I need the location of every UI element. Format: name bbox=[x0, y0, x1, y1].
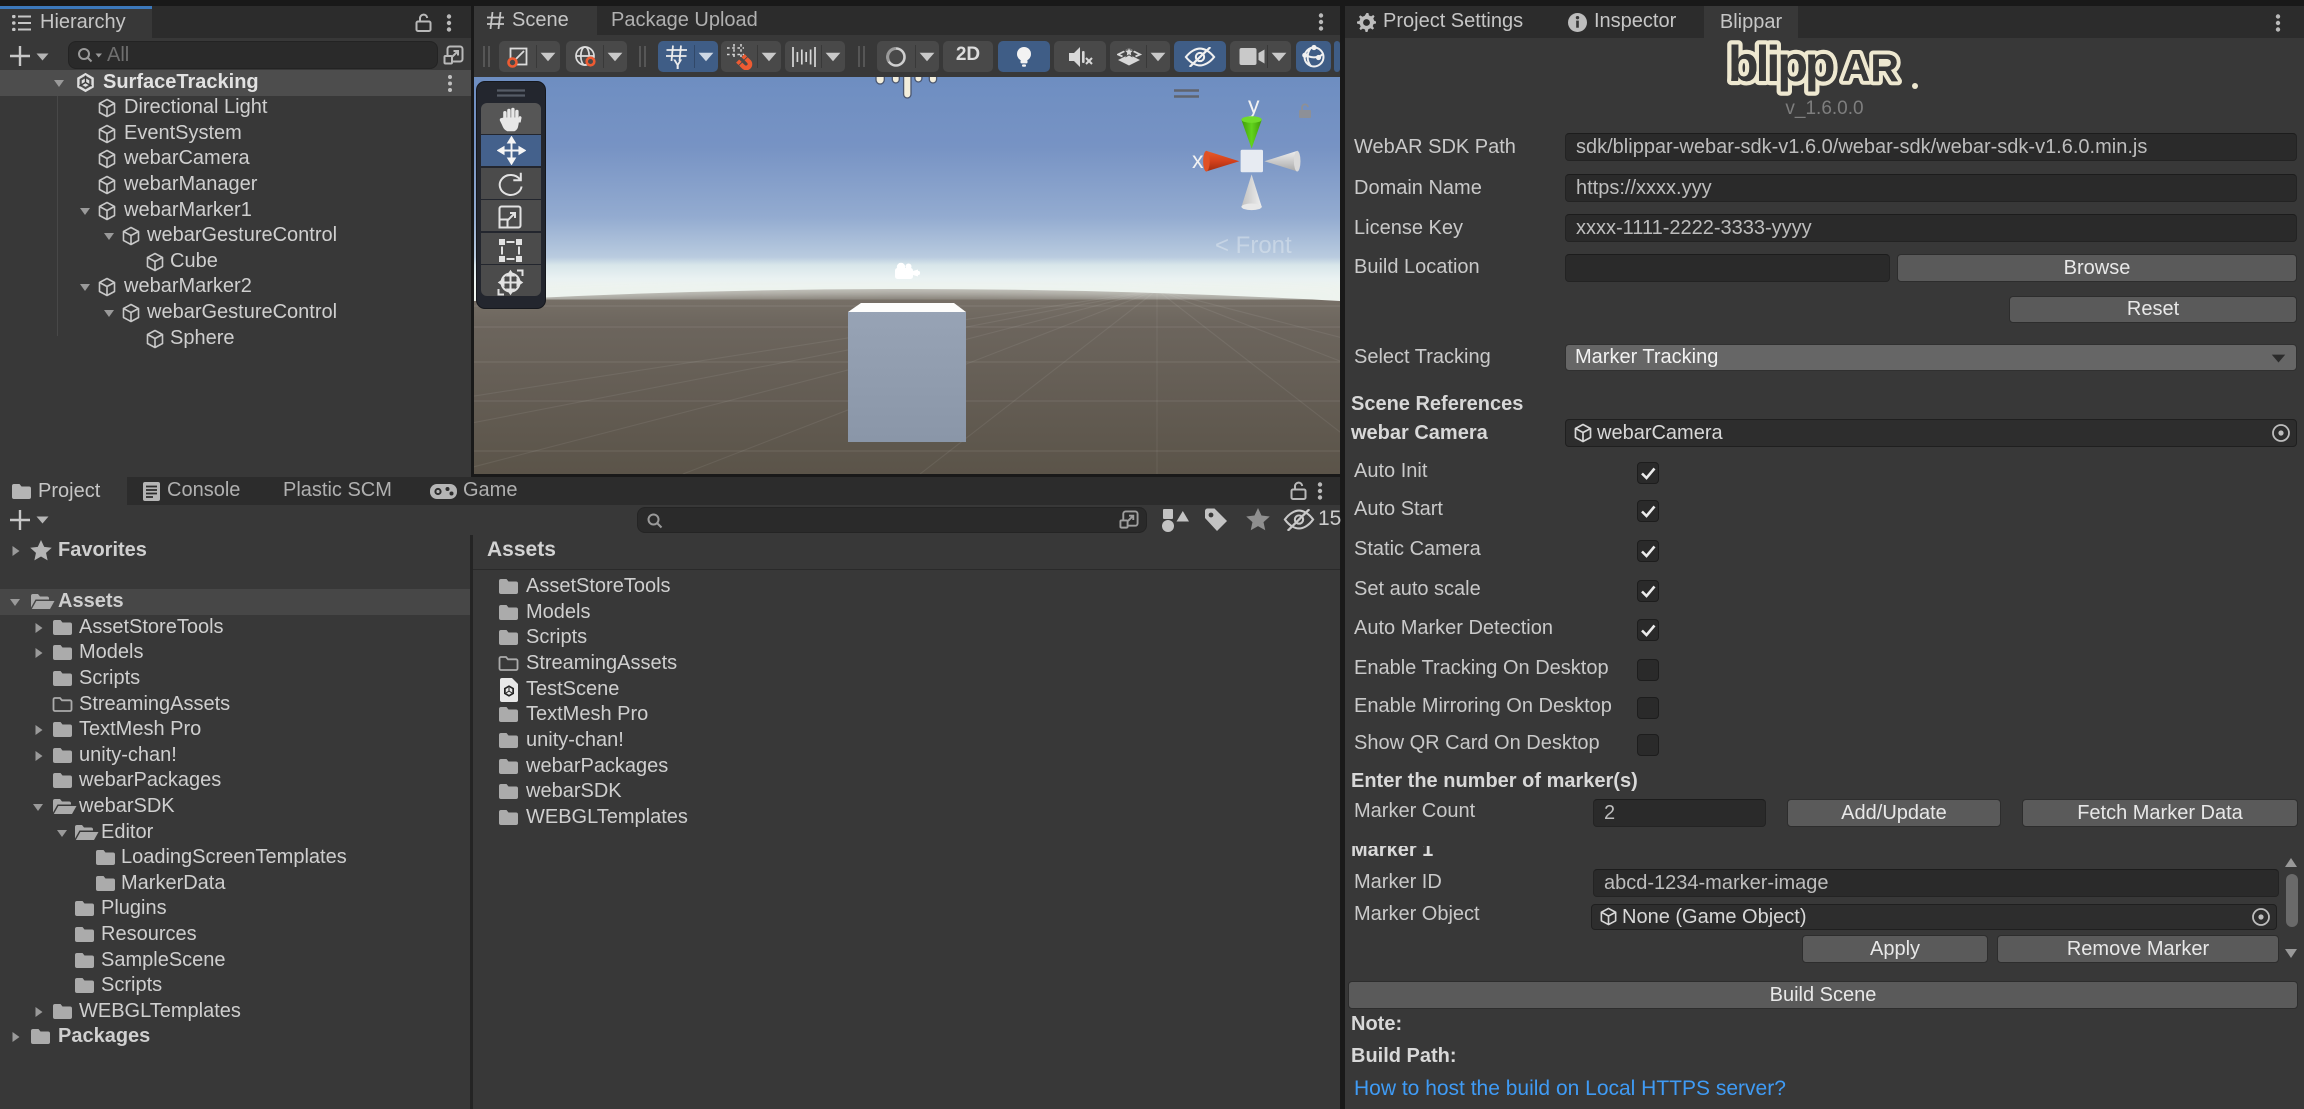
svg-text:x: x bbox=[1192, 147, 1204, 173]
svg-text:Y: Y bbox=[673, 56, 683, 70]
svg-text:y: y bbox=[1248, 92, 1260, 118]
svg-text:blipp: blipp bbox=[1728, 38, 1834, 92]
svg-text:AR: AR bbox=[1842, 47, 1899, 90]
